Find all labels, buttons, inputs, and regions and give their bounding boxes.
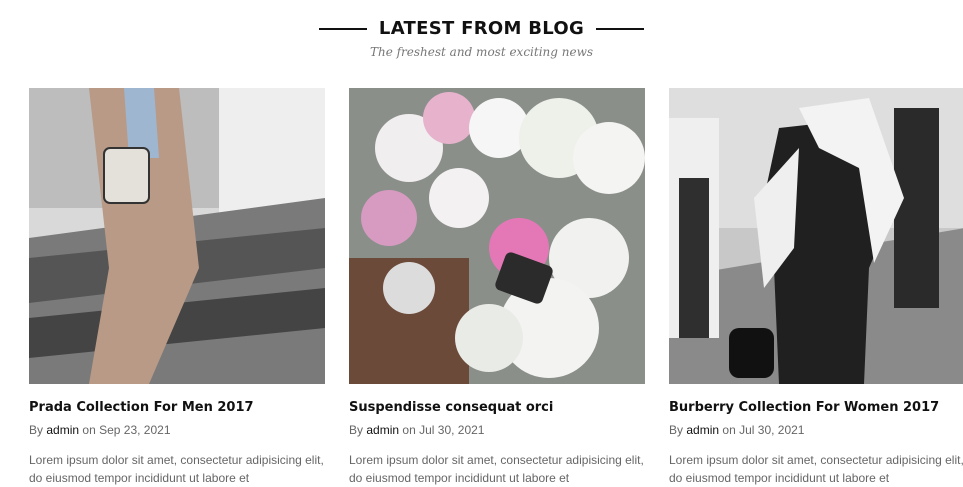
post-author[interactable]: admin (46, 423, 79, 437)
post-meta: By admin on Sep 23, 2021 (29, 423, 325, 437)
title-row: LATEST FROM BLOG (0, 18, 963, 39)
post-excerpt: Lorem ipsum dolor sit amet, consectetur … (349, 453, 644, 485)
post-excerpt: Lorem ipsum dolor sit amet, consectetur … (29, 453, 324, 485)
post-thumbnail[interactable] (349, 88, 645, 384)
post-excerpt: Lorem ipsum dolor sit amet, consectetur … (669, 453, 963, 485)
title-line-right (596, 27, 645, 30)
blog-post: Suspendisse consequat orci By admin on J… (349, 88, 645, 487)
post-thumbnail[interactable] (669, 88, 963, 384)
section-header: LATEST FROM BLOG The freshest and most e… (0, 18, 963, 59)
meta-by: By (29, 423, 44, 437)
post-image-fashion-man (29, 88, 325, 384)
blog-posts: Prada Collection For Men 2017 By admin o… (29, 88, 963, 487)
post-title[interactable]: Prada Collection For Men 2017 (29, 400, 325, 415)
meta-on: on (402, 423, 416, 437)
post-author[interactable]: admin (366, 423, 399, 437)
post-image-fashion-woman (669, 88, 963, 384)
post-image-flowers (349, 88, 645, 384)
post-thumbnail[interactable] (29, 88, 325, 384)
post-meta: By admin on Jul 30, 2021 (349, 423, 645, 437)
post-meta: By admin on Jul 30, 2021 (669, 423, 963, 437)
post-date: Jul 30, 2021 (419, 423, 485, 437)
post-title[interactable]: Suspendisse consequat orci (349, 400, 645, 415)
section-title: LATEST FROM BLOG (378, 18, 585, 39)
section-subtitle: The freshest and most exciting news (369, 45, 594, 59)
post-title[interactable]: Burberry Collection For Women 2017 (669, 400, 963, 415)
blog-post: Burberry Collection For Women 2017 By ad… (669, 88, 963, 487)
post-author[interactable]: admin (686, 423, 719, 437)
meta-on: on (722, 423, 736, 437)
blog-post: Prada Collection For Men 2017 By admin o… (29, 88, 325, 487)
post-date: Jul 30, 2021 (739, 423, 805, 437)
title-line-left (318, 27, 367, 30)
post-date: Sep 23, 2021 (99, 423, 171, 437)
meta-on: on (82, 423, 96, 437)
meta-by: By (349, 423, 364, 437)
meta-by: By (669, 423, 684, 437)
